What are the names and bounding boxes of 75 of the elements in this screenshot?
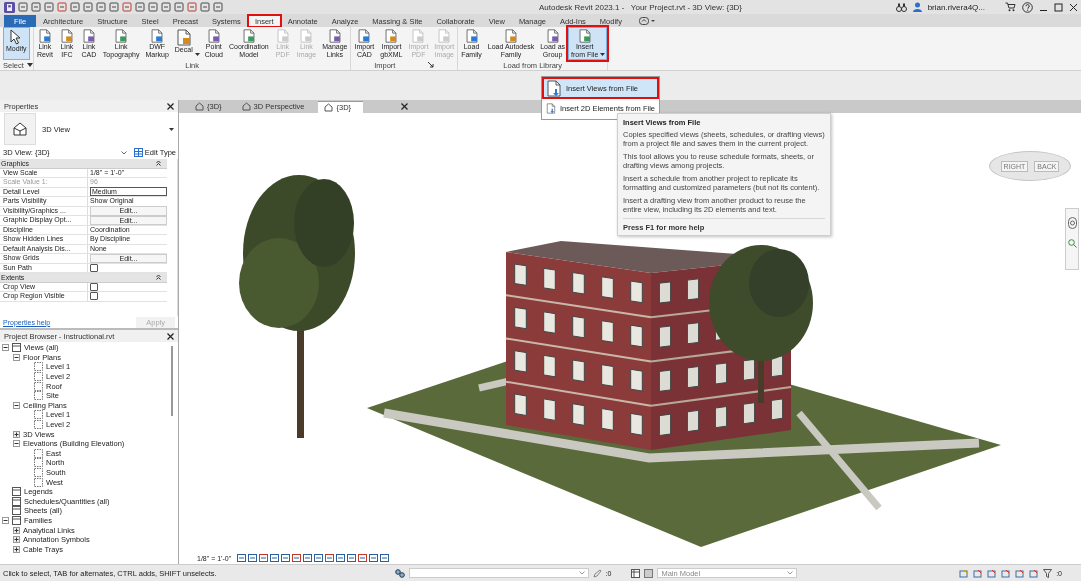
view-control-icon[interactable] <box>336 554 346 562</box>
window-title: Autodesk Revit 2023.1 - Your Project.rvt - 3D View: {3D} <box>537 2 744 12</box>
view-control-icon[interactable] <box>303 554 313 562</box>
browser-category-icon <box>12 496 21 506</box>
house-icon <box>12 121 28 137</box>
table-icon[interactable] <box>631 568 641 578</box>
view-control-icon[interactable] <box>259 554 269 562</box>
view-control-icon[interactable] <box>314 554 324 562</box>
collapse-toggle-icon[interactable] <box>2 344 9 352</box>
grid-icon <box>133 148 143 157</box>
zoom-icon[interactable] <box>1067 239 1077 248</box>
house-icon <box>324 102 334 112</box>
close-icon[interactable] <box>401 103 409 110</box>
close-icon[interactable] <box>167 332 174 340</box>
user-account-menu[interactable]: brian.rivera4Q... <box>927 2 985 12</box>
caret-icon[interactable] <box>26 63 33 67</box>
browser-category-icon <box>12 516 21 525</box>
collapse-icon <box>156 274 161 281</box>
steering-wheel-icon[interactable] <box>1067 217 1077 229</box>
help-icon[interactable] <box>1022 1 1033 13</box>
close-icon[interactable] <box>167 102 174 110</box>
close-icon[interactable] <box>1069 2 1077 12</box>
checkbox[interactable] <box>90 263 98 272</box>
selection-option-icon[interactable] <box>987 568 998 578</box>
selection-option-icon[interactable] <box>1001 568 1012 578</box>
chevron-icon <box>120 150 127 155</box>
filter-icon[interactable] <box>1043 568 1053 578</box>
browser-category-icon <box>12 506 21 516</box>
dialog-launcher-icon[interactable] <box>428 62 435 68</box>
view-control-icon[interactable] <box>347 554 357 562</box>
user-icon[interactable] <box>912 2 922 12</box>
collapse-toggle-icon[interactable] <box>13 401 20 409</box>
browser-category-icon <box>12 487 21 497</box>
expand-toggle-icon[interactable] <box>13 430 20 438</box>
house-icon <box>241 102 251 111</box>
view-control-icon[interactable] <box>237 554 247 562</box>
expand-toggle-icon[interactable] <box>13 536 20 544</box>
selection-option-icon[interactable] <box>973 568 984 578</box>
view-control-icon[interactable] <box>369 554 379 562</box>
collapse-icon <box>156 160 161 167</box>
browser-category-icon <box>12 343 21 353</box>
design-options-icon[interactable] <box>644 568 654 578</box>
worksharing-icon[interactable] <box>394 568 405 578</box>
view-control-icon[interactable] <box>325 554 335 562</box>
checkbox[interactable] <box>90 282 98 291</box>
expand-toggle-icon[interactable] <box>13 526 20 534</box>
view-control-icon[interactable] <box>292 554 302 562</box>
caret-icon <box>169 128 174 131</box>
view-control-icon[interactable] <box>358 554 368 562</box>
selection-option-icon[interactable] <box>959 568 970 578</box>
document-icon <box>576 29 593 43</box>
collapse-toggle-icon[interactable] <box>2 517 9 524</box>
collapse-toggle-icon[interactable] <box>13 440 20 448</box>
ribbon-toggle-icon[interactable] <box>638 16 655 25</box>
collapse-toggle-icon[interactable] <box>13 353 20 361</box>
house-icon <box>195 102 204 111</box>
checkbox[interactable] <box>90 292 98 301</box>
binoculars-icon[interactable] <box>895 2 907 12</box>
cart-icon[interactable] <box>1005 2 1016 12</box>
view-control-icon[interactable] <box>281 554 291 562</box>
expand-toggle-icon[interactable] <box>13 545 20 553</box>
maximize-icon[interactable] <box>1054 2 1063 12</box>
view-control-icon[interactable] <box>380 554 390 562</box>
chevron-icon <box>787 571 794 575</box>
caret-icon <box>194 53 200 56</box>
navigation-bar[interactable] <box>1065 208 1079 270</box>
document-icon <box>546 79 562 97</box>
chevron-icon <box>578 571 585 575</box>
pencil-icon[interactable] <box>592 568 602 578</box>
caret-icon <box>600 53 606 56</box>
selection-option-icon[interactable] <box>1015 568 1026 578</box>
app-logo-icon[interactable] <box>4 1 15 13</box>
view-control-icon[interactable] <box>248 554 258 562</box>
view-control-icon[interactable] <box>270 554 280 562</box>
selection-option-icon[interactable] <box>1029 568 1040 578</box>
